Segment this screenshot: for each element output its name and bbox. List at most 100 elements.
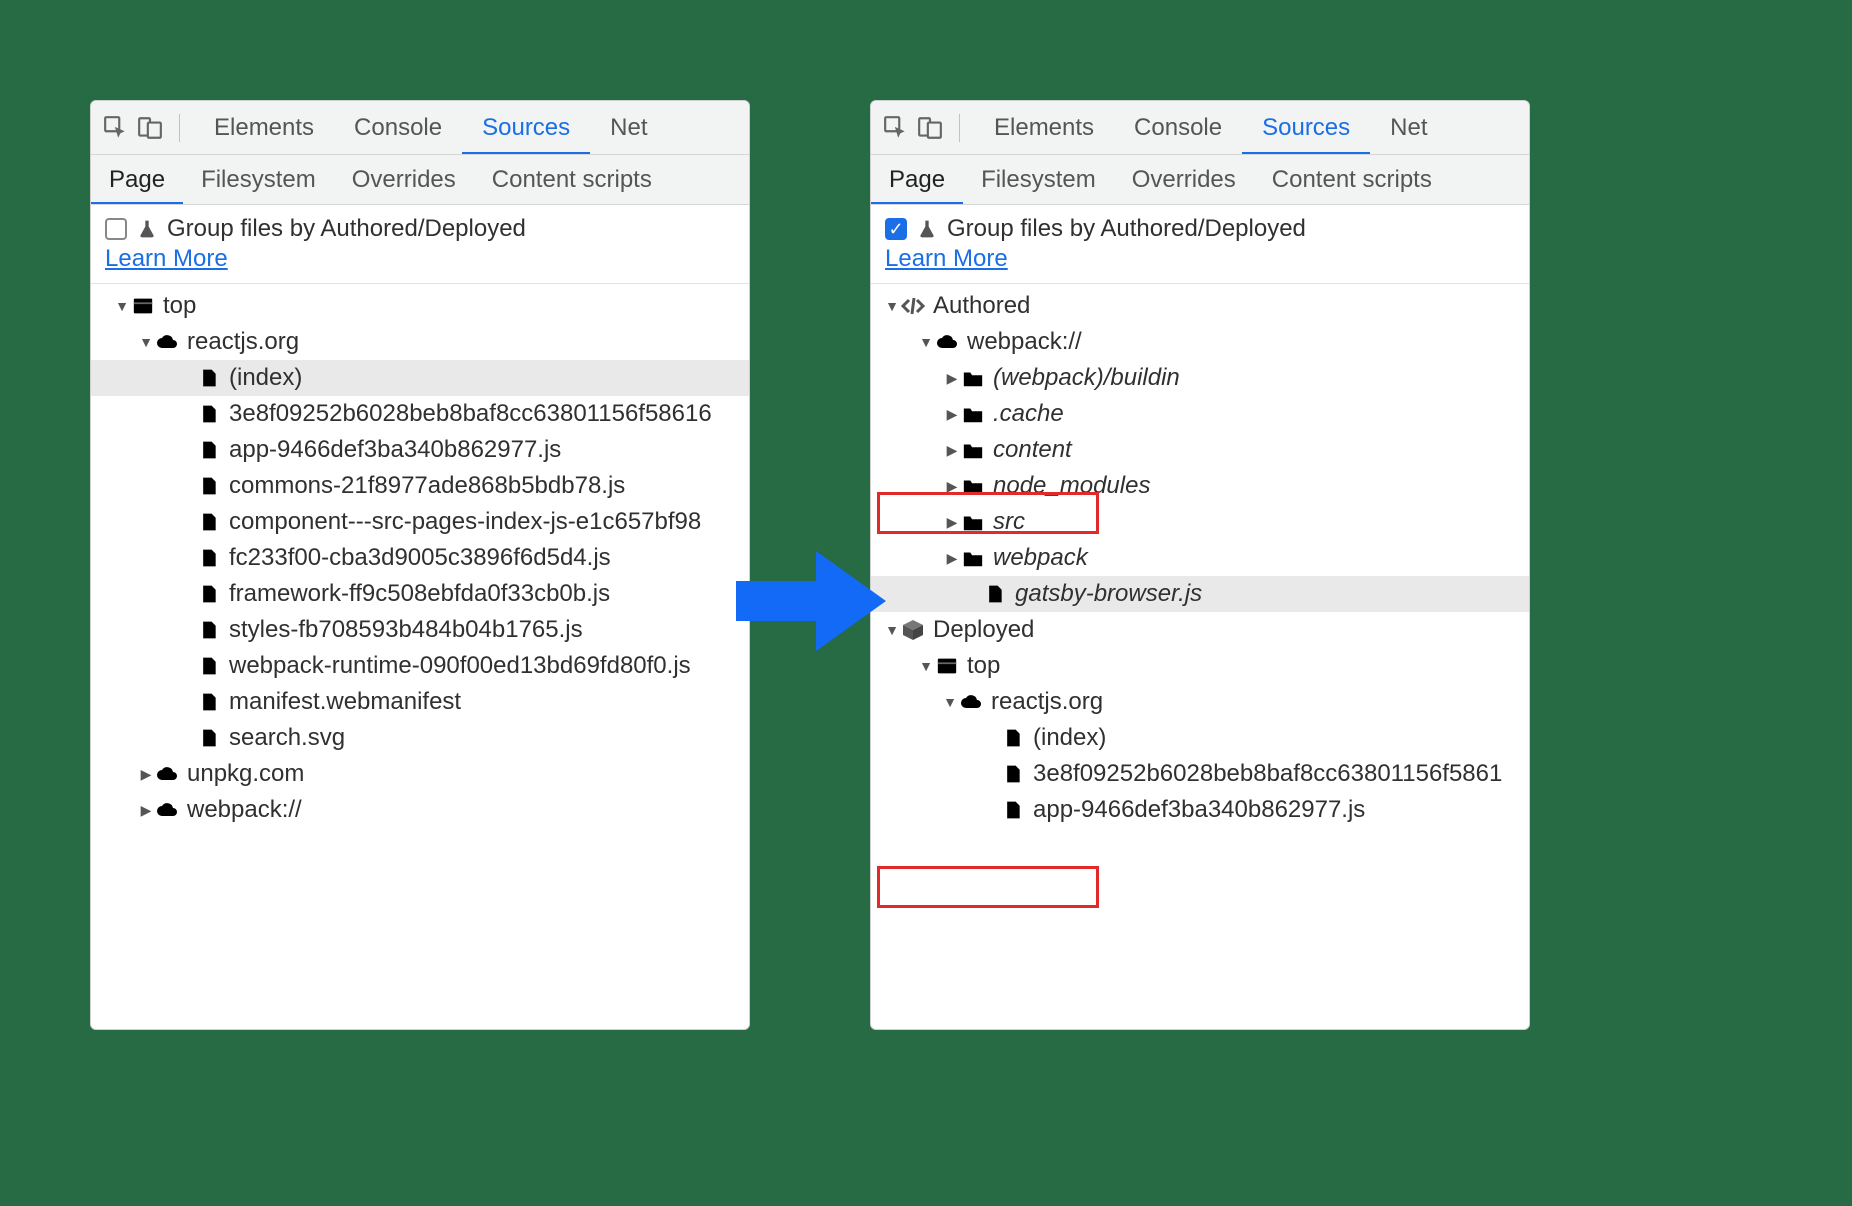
tree-file[interactable]: component---src-pages-index-js-e1c657bf9… <box>91 504 749 540</box>
cloud-icon <box>155 798 179 822</box>
tree-folder[interactable]: .cache <box>871 396 1529 432</box>
tree-file[interactable]: gatsby-browser.js <box>871 576 1529 612</box>
tree-label: content <box>993 436 1072 464</box>
tree-label: reactjs.org <box>991 688 1103 716</box>
file-icon <box>197 402 221 426</box>
folder-icon <box>961 366 985 390</box>
tab-network[interactable]: Net <box>590 101 667 155</box>
devtools-top-toolbar: Elements Console Sources Net <box>871 101 1529 155</box>
tree-file[interactable]: commons-21f8977ade868b5bdb78.js <box>91 468 749 504</box>
tree-file[interactable]: 3e8f09252b6028beb8baf8cc63801156f5861 <box>871 756 1529 792</box>
group-files-label: Group files by Authored/Deployed <box>947 215 1306 243</box>
tree-top[interactable]: top <box>91 288 749 324</box>
transition-arrow-icon <box>736 546 886 656</box>
tree-label: styles-fb708593b484b04b1765.js <box>229 616 583 644</box>
group-files-checkbox[interactable] <box>105 218 127 240</box>
learn-more-link[interactable]: Learn More <box>105 245 228 272</box>
tree-domain[interactable]: reactjs.org <box>871 684 1529 720</box>
tree-label: (index) <box>1033 724 1106 752</box>
tree-file[interactable]: 3e8f09252b6028beb8baf8cc63801156f58616 <box>91 396 749 432</box>
tree-label: top <box>163 292 196 320</box>
tree-domain[interactable]: webpack:// <box>91 792 749 828</box>
tree-folder[interactable]: webpack <box>871 540 1529 576</box>
tab-sources[interactable]: Sources <box>462 101 590 155</box>
tree-label: app-9466def3ba340b862977.js <box>229 436 561 464</box>
highlight-deployed <box>877 866 1099 908</box>
group-files-row: Group files by Authored/Deployed <box>871 205 1529 245</box>
code-icon <box>901 294 925 318</box>
file-icon <box>197 618 221 642</box>
tree-label: framework-ff9c508ebfda0f33cb0b.js <box>229 580 610 608</box>
tree-folder[interactable]: src <box>871 504 1529 540</box>
tree-file[interactable]: app-9466def3ba340b862977.js <box>871 792 1529 828</box>
tree-authored[interactable]: Authored <box>871 288 1529 324</box>
tree-label: src <box>993 508 1025 536</box>
file-icon <box>1001 798 1025 822</box>
tree-label: Authored <box>933 292 1030 320</box>
top-tabs: Elements Console Sources Net <box>194 101 668 155</box>
file-icon <box>197 510 221 534</box>
folder-icon <box>961 402 985 426</box>
tree-deployed[interactable]: Deployed <box>871 612 1529 648</box>
subtab-filesystem[interactable]: Filesystem <box>183 155 334 205</box>
tree-label: (index) <box>229 364 302 392</box>
device-toggle-icon[interactable] <box>135 113 165 143</box>
subtab-contentscripts[interactable]: Content scripts <box>474 155 670 205</box>
tree-folder[interactable]: node_modules <box>871 468 1529 504</box>
tab-elements[interactable]: Elements <box>974 101 1114 155</box>
tree-file[interactable]: fc233f00-cba3d9005c3896f6d5d4.js <box>91 540 749 576</box>
folder-icon <box>961 546 985 570</box>
frame-icon <box>935 654 959 678</box>
tree-file[interactable]: styles-fb708593b484b04b1765.js <box>91 612 749 648</box>
tree-label: webpack <box>993 544 1088 572</box>
folder-icon <box>961 510 985 534</box>
folder-icon <box>961 474 985 498</box>
tree-label: unpkg.com <box>187 760 304 788</box>
tree-label: (webpack)/buildin <box>993 364 1180 392</box>
tab-console[interactable]: Console <box>334 101 462 155</box>
subtab-page[interactable]: Page <box>91 155 183 205</box>
tree-file[interactable]: app-9466def3ba340b862977.js <box>91 432 749 468</box>
subtab-page[interactable]: Page <box>871 155 963 205</box>
tab-sources[interactable]: Sources <box>1242 101 1370 155</box>
group-files-checkbox[interactable] <box>885 218 907 240</box>
tree-top[interactable]: top <box>871 648 1529 684</box>
tree-file[interactable]: (index) <box>91 360 749 396</box>
tree-file[interactable]: search.svg <box>91 720 749 756</box>
tree-folder[interactable]: (webpack)/buildin <box>871 360 1529 396</box>
cloud-icon <box>935 330 959 354</box>
tree-file[interactable]: manifest.webmanifest <box>91 684 749 720</box>
tree-label: .cache <box>993 400 1064 428</box>
tree-file[interactable]: (index) <box>871 720 1529 756</box>
subtab-overrides[interactable]: Overrides <box>1114 155 1254 205</box>
inspect-icon[interactable] <box>881 113 911 143</box>
learn-more-link[interactable]: Learn More <box>885 245 1008 272</box>
device-toggle-icon[interactable] <box>915 113 945 143</box>
file-icon <box>197 726 221 750</box>
tree-file[interactable]: webpack-runtime-090f00ed13bd69fd80f0.js <box>91 648 749 684</box>
tree-domain[interactable]: webpack:// <box>871 324 1529 360</box>
inspect-icon[interactable] <box>101 113 131 143</box>
tree-domain[interactable]: reactjs.org <box>91 324 749 360</box>
tab-elements[interactable]: Elements <box>194 101 334 155</box>
tree-file[interactable]: framework-ff9c508ebfda0f33cb0b.js <box>91 576 749 612</box>
file-icon <box>197 582 221 606</box>
tab-console[interactable]: Console <box>1114 101 1242 155</box>
file-icon <box>197 690 221 714</box>
group-files-label: Group files by Authored/Deployed <box>167 215 526 243</box>
tab-network[interactable]: Net <box>1370 101 1447 155</box>
file-icon <box>197 474 221 498</box>
file-icon <box>983 582 1007 606</box>
tree-folder[interactable]: content <box>871 432 1529 468</box>
subtab-filesystem[interactable]: Filesystem <box>963 155 1114 205</box>
tree-domain[interactable]: unpkg.com <box>91 756 749 792</box>
folder-icon <box>961 438 985 462</box>
subtab-overrides[interactable]: Overrides <box>334 155 474 205</box>
tree-label: manifest.webmanifest <box>229 688 461 716</box>
subtab-contentscripts[interactable]: Content scripts <box>1254 155 1450 205</box>
tree-label: fc233f00-cba3d9005c3896f6d5d4.js <box>229 544 611 572</box>
tree-label: webpack:// <box>187 796 302 824</box>
file-icon <box>197 366 221 390</box>
tree-label: webpack:// <box>967 328 1082 356</box>
devtools-panel-right: Elements Console Sources Net Page Filesy… <box>870 100 1530 1030</box>
